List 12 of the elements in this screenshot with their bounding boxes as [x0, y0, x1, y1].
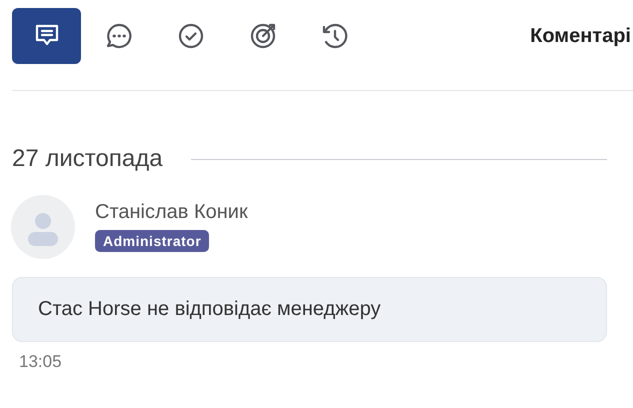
tab-button[interactable] [12, 8, 81, 64]
history-icon [320, 22, 348, 50]
role-badge: Administrator [95, 230, 210, 252]
chat-bubble-icon [104, 22, 132, 50]
avatar-icon [11, 195, 75, 259]
check-circle-icon [176, 22, 204, 50]
date-separator: 27 листопада [12, 145, 163, 173]
comment-bubble: Стас Horse не відповідає менеджеру [12, 277, 607, 342]
author-name: Станіслав Коник [95, 201, 248, 224]
panel-title: Коментарі [530, 24, 631, 48]
comment-time: 13:05 [19, 352, 62, 372]
target-icon [248, 22, 276, 50]
